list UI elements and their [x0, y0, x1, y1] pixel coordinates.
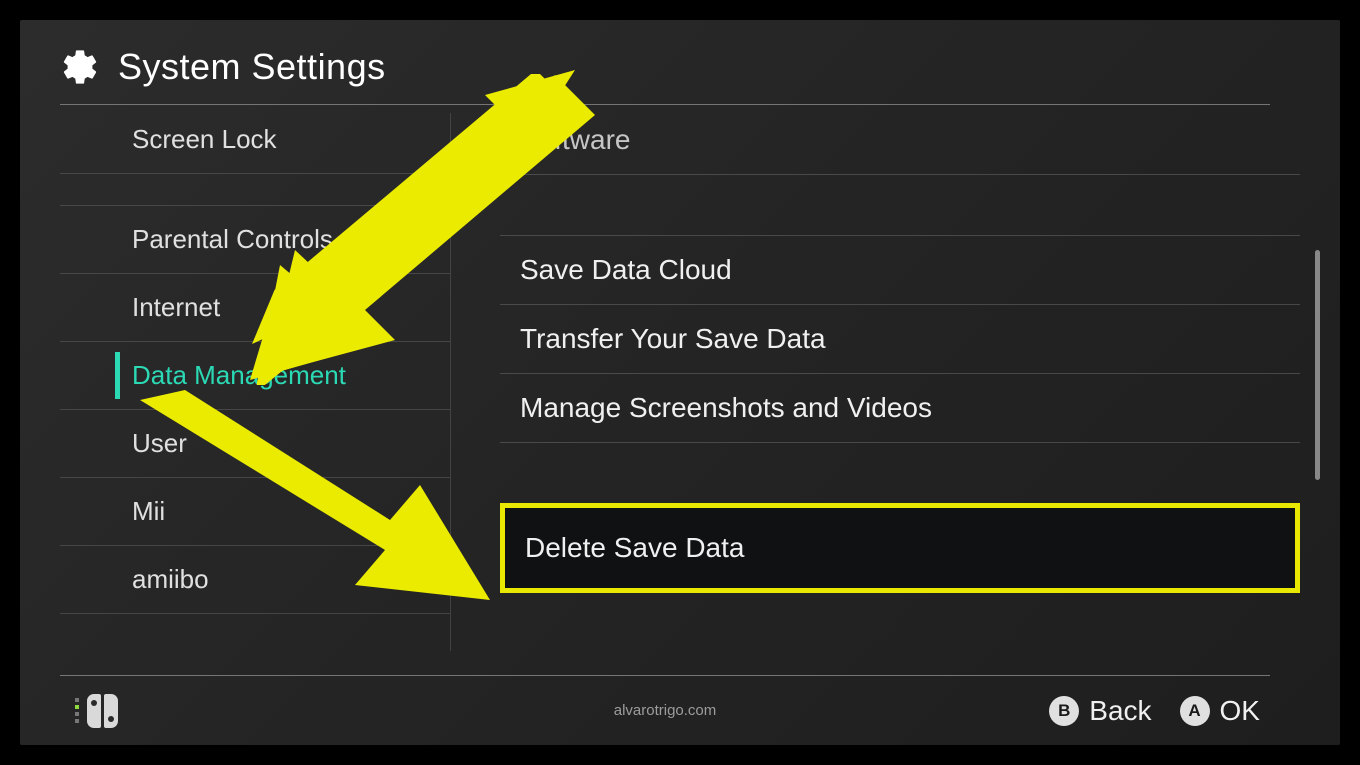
scrollbar-thumb[interactable]: [1315, 250, 1320, 480]
main-gap: [500, 175, 1300, 235]
sidebar-item-parental-controls[interactable]: Parental Controls: [60, 206, 450, 274]
sidebar-item-data-management[interactable]: Data Management: [60, 342, 450, 410]
sidebar-item-label: Internet: [132, 292, 220, 322]
main-item-label: Delete Save Data: [525, 532, 744, 563]
main-item-label: Save Data Cloud: [520, 254, 732, 285]
sidebar-item-label: amiibo: [132, 564, 209, 594]
main-panel: Software Save Data Cloud Transfer Your S…: [500, 106, 1300, 666]
sidebar-item-label: Parental Controls: [132, 224, 333, 254]
main-item-save-data-cloud[interactable]: Save Data Cloud: [500, 235, 1300, 305]
gear-icon: [60, 47, 100, 87]
sidebar-item-label: Mii: [132, 496, 165, 526]
sidebar-item-label: Screen Lock: [132, 124, 277, 154]
b-button-icon: B: [1049, 696, 1079, 726]
main-item-label: Manage Screenshots and Videos: [520, 392, 932, 423]
vertical-divider: [450, 113, 451, 651]
sidebar-item-amiibo[interactable]: amiibo: [60, 546, 450, 614]
back-button-hint[interactable]: B Back: [1049, 695, 1151, 727]
header-bar: System Settings: [60, 30, 1270, 105]
sidebar-item-internet[interactable]: Internet: [60, 274, 450, 342]
watermark-text: alvarotrigo.com: [614, 702, 717, 719]
controller-status-icon: [75, 694, 118, 728]
main-item-delete-save-data[interactable]: Delete Save Data: [500, 503, 1300, 593]
footer-bar: alvarotrigo.com B Back A OK: [60, 675, 1270, 745]
main-item-label: Transfer Your Save Data: [520, 323, 826, 354]
main-item-transfer-save-data[interactable]: Transfer Your Save Data: [500, 305, 1300, 374]
sidebar-item-label: User: [132, 428, 187, 458]
footer-button-hints: B Back A OK: [1049, 695, 1260, 727]
ok-button-hint[interactable]: A OK: [1180, 695, 1260, 727]
sidebar-separator: [60, 174, 450, 206]
sidebar-item-mii[interactable]: Mii: [60, 478, 450, 546]
main-item-label: Software: [520, 124, 631, 155]
page-title: System Settings: [118, 46, 386, 88]
ok-label: OK: [1220, 695, 1260, 727]
back-label: Back: [1089, 695, 1151, 727]
main-item-manage-screenshots[interactable]: Manage Screenshots and Videos: [500, 374, 1300, 443]
settings-sidebar: Screen Lock Parental Controls Internet D…: [60, 106, 450, 661]
sidebar-item-label: Data Management: [132, 360, 346, 390]
a-button-icon: A: [1180, 696, 1210, 726]
settings-screen: System Settings Screen Lock Parental Con…: [20, 20, 1340, 745]
sidebar-item-screen-lock[interactable]: Screen Lock: [60, 106, 450, 174]
main-item-software[interactable]: Software: [500, 106, 1300, 175]
sidebar-item-user[interactable]: User: [60, 410, 450, 478]
